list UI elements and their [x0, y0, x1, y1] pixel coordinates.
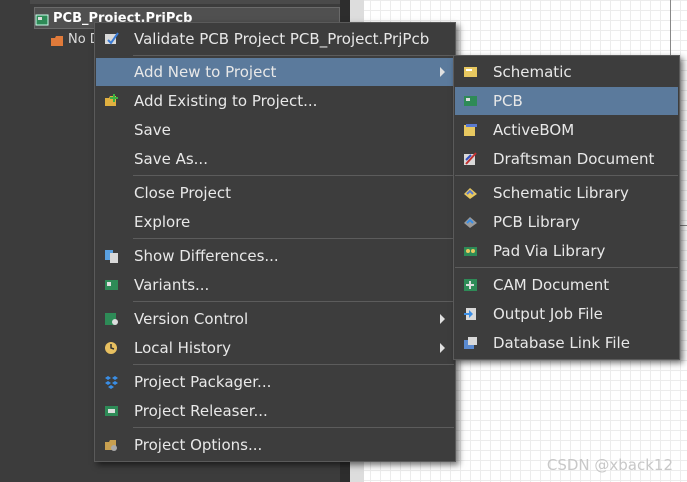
menu-item-close-project[interactable]: Close Project: [96, 179, 454, 207]
schematic-label: Schematic: [493, 63, 572, 81]
pad-via-library-label: Pad Via Library: [493, 242, 606, 260]
project-packager-label: Project Packager...: [134, 373, 272, 391]
menu-separator: [133, 175, 454, 176]
database-link-icon: [463, 336, 478, 350]
local-history-label: Local History: [134, 339, 232, 357]
output-job-icon: [463, 307, 478, 321]
save-label: Save: [134, 121, 171, 139]
database-link-label: Database Link File: [493, 334, 630, 352]
menu-separator: [133, 301, 454, 302]
folder-icon: [50, 33, 64, 46]
add-new-submenu: Schematic PCB ActiveBOM Draftsman Docume…: [453, 55, 680, 360]
draftsman-label: Draftsman Document: [493, 150, 655, 168]
validate-icon: [104, 32, 119, 46]
menu-item-project-releaser[interactable]: Project Releaser...: [96, 397, 454, 425]
close-project-label: Close Project: [134, 184, 231, 202]
menu-separator: [133, 55, 454, 56]
submenu-item-activebom[interactable]: ActiveBOM: [455, 116, 678, 144]
menu-separator: [133, 364, 454, 365]
menu-item-explore[interactable]: Explore: [96, 208, 454, 236]
menu-item-save[interactable]: Save: [96, 116, 454, 144]
menu-item-local-history[interactable]: Local History: [96, 334, 454, 362]
cam-document-label: CAM Document: [493, 276, 610, 294]
project-options-icon: [104, 438, 119, 452]
version-control-label: Version Control: [134, 310, 249, 328]
submenu-item-pad-via-library[interactable]: Pad Via Library: [455, 237, 678, 265]
menu-item-variants[interactable]: Variants...: [96, 271, 454, 299]
pcb-icon: [463, 94, 478, 108]
output-job-label: Output Job File: [493, 305, 603, 323]
submenu-item-draftsman[interactable]: Draftsman Document: [455, 145, 678, 173]
menu-separator: [455, 175, 678, 176]
project-releaser-label: Project Releaser...: [134, 402, 268, 420]
submenu-arrow-icon: [440, 343, 445, 353]
save-as-label: Save As...: [134, 150, 208, 168]
menu-item-project-options[interactable]: Project Options...: [96, 431, 454, 459]
submenu-arrow-icon: [440, 314, 445, 324]
schematic-library-icon: [463, 186, 478, 200]
submenu-item-pcb[interactable]: PCB: [455, 87, 678, 115]
add-new-label: Add New to Project: [134, 63, 277, 81]
submenu-item-output-job[interactable]: Output Job File: [455, 300, 678, 328]
menu-item-save-as[interactable]: Save As...: [96, 145, 454, 173]
watermark-text: CSDN @xback12: [546, 456, 673, 474]
menu-item-show-differences[interactable]: Show Differences...: [96, 242, 454, 270]
show-differences-label: Show Differences...: [134, 247, 279, 265]
variants-icon: [104, 278, 119, 292]
submenu-item-cam-document[interactable]: CAM Document: [455, 271, 678, 299]
differences-icon: [104, 249, 119, 263]
menu-separator: [133, 427, 454, 428]
submenu-item-schematic[interactable]: Schematic: [455, 58, 678, 86]
packager-icon: [104, 375, 119, 389]
tree-item-folder[interactable]: No D: [50, 29, 100, 49]
activebom-label: ActiveBOM: [493, 121, 575, 139]
pcb-label: PCB: [493, 92, 523, 110]
pcb-project-icon: [35, 12, 49, 26]
submenu-item-pcb-library[interactable]: PCB Library: [455, 208, 678, 236]
submenu-item-schematic-library[interactable]: Schematic Library: [455, 179, 678, 207]
schematic-icon: [463, 65, 478, 79]
menu-item-version-control[interactable]: Version Control: [96, 305, 454, 333]
releaser-icon: [104, 404, 119, 418]
menu-item-add-new[interactable]: Add New to Project: [96, 58, 454, 86]
submenu-arrow-icon: [440, 67, 445, 77]
project-options-label: Project Options...: [134, 436, 263, 454]
draftsman-icon: [463, 152, 478, 166]
menu-separator: [133, 238, 454, 239]
explore-label: Explore: [134, 213, 191, 231]
clock-icon: [104, 341, 119, 355]
menu-item-project-packager[interactable]: Project Packager...: [96, 368, 454, 396]
menu-item-validate[interactable]: Validate PCB Project PCB_Project.PrjPcb: [96, 25, 454, 53]
pad-via-library-icon: [463, 244, 478, 258]
panel-header-edge: [30, 0, 340, 4]
menu-separator: [455, 267, 678, 268]
schematic-library-label: Schematic Library: [493, 184, 629, 202]
validate-label: Validate PCB Project PCB_Project.PrjPcb: [134, 30, 430, 48]
add-existing-icon: [104, 94, 119, 108]
version-control-icon: [104, 312, 119, 326]
menu-item-add-existing[interactable]: Add Existing to Project...: [96, 87, 454, 115]
cam-document-icon: [463, 278, 478, 292]
pcb-library-icon: [463, 215, 478, 229]
variants-label: Variants...: [134, 276, 210, 294]
add-existing-label: Add Existing to Project...: [134, 92, 318, 110]
pcb-library-label: PCB Library: [493, 213, 581, 231]
activebom-icon: [463, 123, 478, 137]
submenu-item-database-link[interactable]: Database Link File: [455, 329, 678, 357]
project-context-menu: Validate PCB Project PCB_Project.PrjPcb …: [94, 22, 456, 462]
